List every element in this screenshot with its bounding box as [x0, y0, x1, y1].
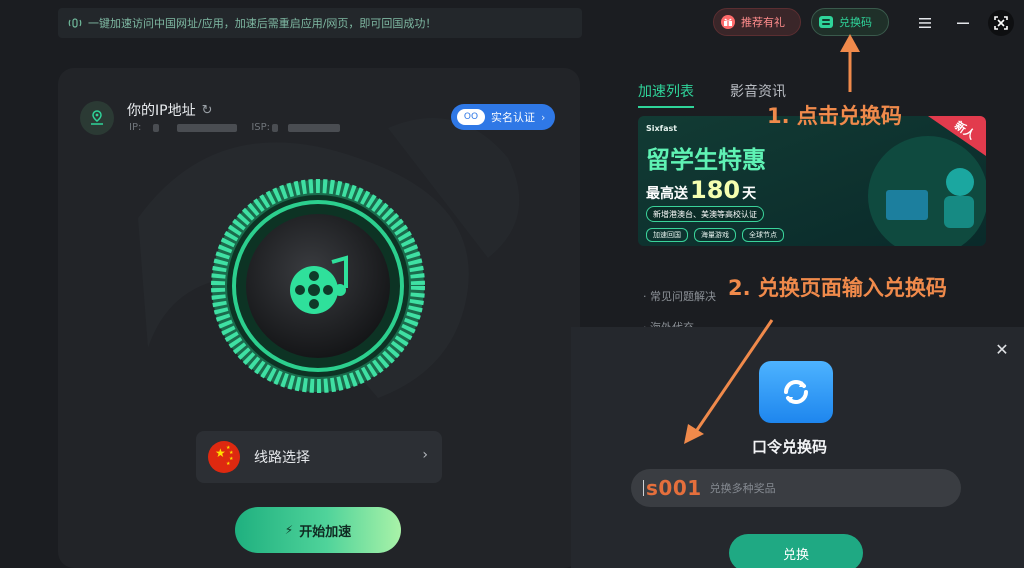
- ip-address-title: 你的IP地址 ↻: [127, 100, 212, 120]
- annotation-step-2: 2. 兑换页面输入兑换码: [728, 276, 947, 300]
- location-pin-icon: [80, 101, 114, 135]
- notice-bar: 一键加速访问中国网址/应用，加速后需重启应用/网页，即可回国成功！: [58, 8, 582, 38]
- faq-link[interactable]: · 常见问题解决: [643, 288, 716, 304]
- refresh-icon[interactable]: ↻: [202, 103, 213, 118]
- real-name-verify-button[interactable]: OO 实名认证 ›: [451, 104, 555, 130]
- banner-chip: 加速回国: [646, 228, 688, 242]
- tab-accelerate-list[interactable]: 加速列表: [638, 81, 694, 108]
- promo-banner[interactable]: Sixfast 留学生特惠 最高送 180 天 新增港澳台、美澳等高校认证 加速…: [638, 116, 986, 246]
- redeem-dialog-title: 口令兑换码: [752, 438, 828, 456]
- redeem-code-input[interactable]: s001 兑换多种奖品: [631, 469, 961, 507]
- banner-sub-number: 180: [690, 176, 741, 204]
- app-window: 一键加速访问中国网址/应用，加速后需重启应用/网页，即可回国成功！ 推荐有礼 兑…: [0, 0, 1024, 568]
- speaker-icon: [68, 16, 82, 30]
- redeem-input-placeholder: 兑换多种奖品: [709, 482, 776, 495]
- route-select-label: 线路选择: [254, 450, 310, 466]
- notice-text: 一键加速访问中国网址/应用，加速后需重启应用/网页，即可回国成功！: [88, 17, 437, 30]
- annotation-step-1: 1. 点击兑换码: [767, 104, 902, 128]
- ip-value-redacted: [153, 123, 160, 132]
- verify-badge-icon: OO: [457, 109, 485, 125]
- banner-chip: 海量游戏: [694, 228, 736, 242]
- banner-brand: Sixfast: [646, 124, 678, 133]
- referral-gift-label: 推荐有礼: [741, 16, 785, 29]
- ip-details: IP: ISP:: [129, 122, 341, 133]
- banner-sub-prefix: 最高送: [646, 186, 688, 202]
- redeem-submit-button[interactable]: 兑换: [729, 534, 863, 568]
- close-icon[interactable]: ✕: [993, 340, 1011, 359]
- menu-icon[interactable]: [912, 10, 938, 36]
- gift-icon: [720, 14, 736, 30]
- banner-sub-suffix: 天: [742, 186, 757, 202]
- accelerate-dial[interactable]: [210, 178, 426, 394]
- isp-value-redacted-2: [288, 123, 341, 132]
- banner-chip: 全球节点: [742, 228, 784, 242]
- lightning-icon: ⚡: [284, 523, 294, 537]
- start-accelerate-label: 开始加速: [299, 524, 352, 540]
- ip-value-redacted-2: [177, 123, 238, 132]
- china-flag-icon: ★ ★ ★ ★ ★: [208, 441, 240, 473]
- banner-chips: 加速回国 海量游戏 全球节点: [646, 228, 784, 242]
- text-cursor: [643, 480, 644, 496]
- referral-gift-button[interactable]: 推荐有礼: [713, 8, 801, 36]
- banner-strip: 新增港澳台、美澳等高校认证: [646, 206, 764, 222]
- isp-value-redacted: [272, 123, 279, 132]
- route-select[interactable]: ★ ★ ★ ★ ★ 线路选择 ›: [196, 431, 442, 483]
- redeem-refresh-icon: [759, 361, 833, 423]
- chevron-right-icon: ›: [541, 110, 546, 124]
- ip-title-text: 你的IP地址: [127, 103, 196, 119]
- redeem-code-label: 兑换码: [839, 16, 872, 29]
- minimize-icon[interactable]: [950, 10, 976, 36]
- redeem-code-button[interactable]: 兑换码: [811, 8, 889, 36]
- chevron-right-icon: ›: [422, 447, 428, 463]
- screen-capture-icon[interactable]: [988, 10, 1014, 36]
- faq-link-label: 常见问题解决: [650, 290, 716, 303]
- film-music-icon: [282, 250, 354, 322]
- redeem-typed-code: s001: [646, 476, 702, 500]
- banner-headline: 留学生特惠: [646, 146, 766, 174]
- verify-label: 实名认证: [491, 111, 535, 124]
- redeem-ticket-icon: [818, 14, 834, 30]
- isp-prefix: ISP:: [251, 122, 271, 133]
- banner-subline: 最高送 180 天: [646, 176, 756, 204]
- ip-prefix: IP:: [129, 122, 142, 133]
- start-accelerate-button[interactable]: ⚡ 开始加速: [235, 507, 401, 553]
